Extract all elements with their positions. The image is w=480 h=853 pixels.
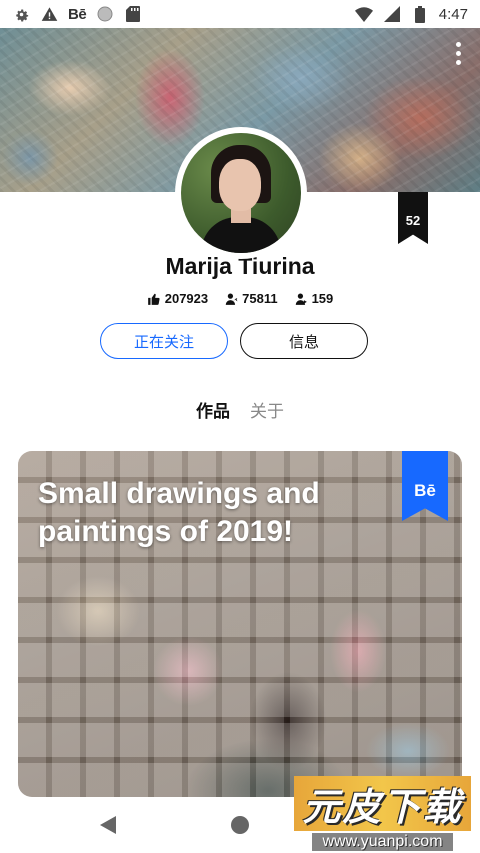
info-button[interactable]: 信息	[240, 323, 368, 359]
circle-icon	[96, 5, 114, 23]
clock: 4:47	[438, 5, 468, 23]
battery-icon	[411, 5, 429, 23]
profile-stats: 207923 75811 159	[0, 291, 480, 306]
following-stat: 159	[294, 291, 334, 306]
back-icon[interactable]	[100, 816, 116, 834]
avatar[interactable]	[181, 133, 301, 253]
appreciations-count: 207923	[164, 291, 209, 306]
project-card[interactable]: Small drawings and paintings of 2019! Bē	[18, 451, 462, 797]
following-button[interactable]: 正在关注	[100, 323, 228, 359]
behance-icon: Bē	[68, 5, 87, 23]
followers-count: 75811	[242, 291, 278, 306]
watermark-logo: 元皮下载	[294, 776, 471, 831]
project-title: Small drawings and paintings of 2019!	[38, 477, 320, 548]
wifi-icon	[354, 5, 373, 23]
warning-icon	[40, 5, 58, 23]
profile-tabs: 作品 关于	[0, 397, 480, 422]
status-bar: Bē 4:47	[0, 0, 480, 28]
appreciations-stat: 207923	[147, 291, 208, 306]
followers-icon	[225, 292, 238, 305]
avatar-ring	[175, 127, 307, 259]
behance-ribbon-icon: Bē	[402, 451, 448, 521]
following-count: 159	[311, 291, 334, 306]
followers-stat: 75811	[224, 291, 278, 306]
project-count-badge: 52	[398, 192, 428, 244]
settings-icon	[12, 5, 30, 23]
following-icon	[295, 292, 307, 305]
tab-works[interactable]: 作品	[196, 397, 230, 422]
sdcard-icon	[124, 5, 142, 23]
thumbs-up-icon	[147, 293, 160, 305]
home-icon[interactable]	[231, 816, 249, 834]
signal-icon	[383, 5, 401, 23]
watermark: 元皮下载 www.yuanpi.com	[285, 776, 480, 853]
watermark-url: www.yuanpi.com	[312, 833, 453, 851]
more-options-icon[interactable]	[456, 42, 462, 65]
tab-about[interactable]: 关于	[250, 397, 284, 422]
